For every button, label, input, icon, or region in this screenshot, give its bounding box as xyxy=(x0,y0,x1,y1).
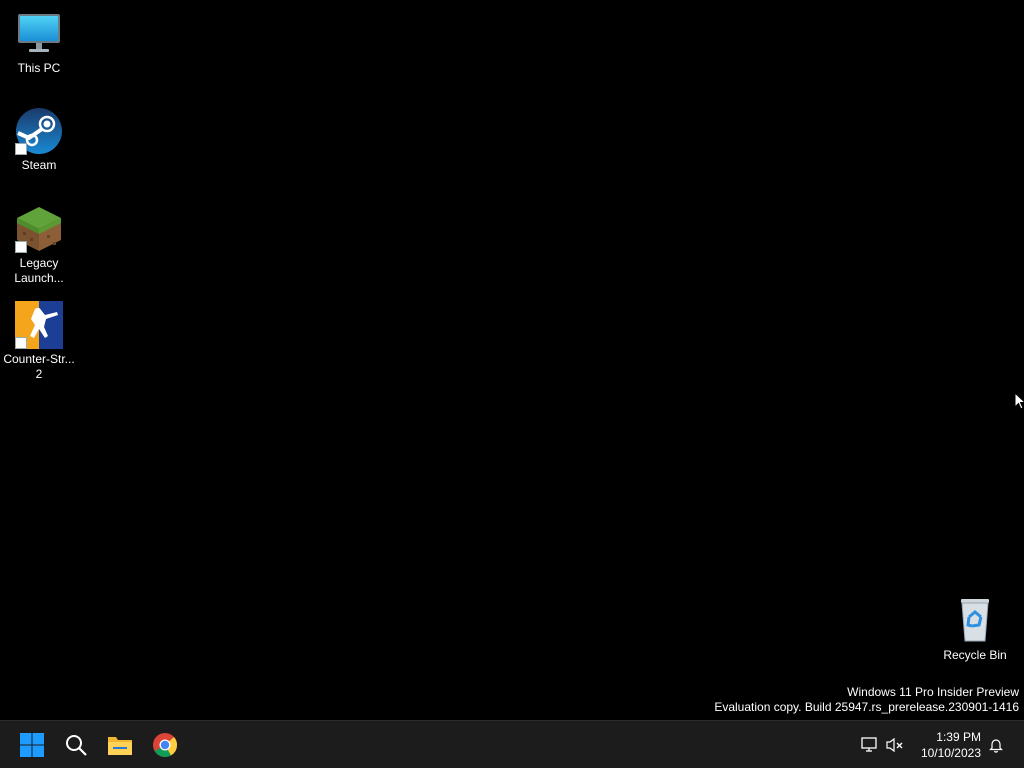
desktop-icon-steam[interactable]: Steam xyxy=(1,107,77,173)
desktop-icon-label: Recycle Bin xyxy=(943,648,1007,662)
counter-strike-icon xyxy=(15,301,63,349)
taskbar-clock[interactable]: 1:39 PM 10/10/2023 xyxy=(921,729,981,761)
recycle-bin-icon xyxy=(951,597,999,645)
clock-date: 10/10/2023 xyxy=(920,746,981,760)
desktop-icon-label: Steam xyxy=(21,158,57,172)
network-icon[interactable] xyxy=(860,735,880,755)
clock-time: 1:39 PM xyxy=(936,730,981,744)
windows-logo-icon xyxy=(20,733,44,757)
shortcut-arrow-icon xyxy=(15,143,27,155)
folder-icon xyxy=(108,737,132,755)
desktop-icon-counter-strike-2[interactable]: Counter-Str... 2 xyxy=(1,301,77,382)
mouse-cursor-icon xyxy=(1014,392,1024,410)
chrome-icon xyxy=(153,733,178,758)
desktop-icon-recycle-bin[interactable]: Recycle Bin xyxy=(937,597,1013,663)
desktop-icon-label: This PC xyxy=(17,61,61,75)
desktop-icon-legacy-launcher[interactable]: Legacy Launch... xyxy=(1,205,77,286)
monitor-icon xyxy=(15,10,63,58)
watermark-line-2: Evaluation copy. Build 25947.rs_prerelea… xyxy=(714,700,1019,714)
search-button[interactable] xyxy=(56,725,96,765)
start-button[interactable] xyxy=(12,725,52,765)
notification-bell-icon[interactable] xyxy=(986,735,1006,755)
shortcut-arrow-icon xyxy=(15,337,27,349)
steam-icon xyxy=(15,107,63,155)
chrome-button[interactable] xyxy=(145,725,185,765)
windows-evaluation-watermark: Windows 11 Pro Insider Preview Evaluatio… xyxy=(714,685,1019,715)
desktop-icon-label: Legacy Launch... xyxy=(14,256,64,285)
search-icon xyxy=(66,735,87,756)
desktop-icon-label: Counter-Str... 2 xyxy=(3,352,75,381)
shortcut-arrow-icon xyxy=(15,241,27,253)
desktop-icon-this-pc[interactable]: This PC xyxy=(1,10,77,76)
watermark-line-1: Windows 11 Pro Insider Preview xyxy=(847,685,1019,699)
desktop[interactable]: This PC Steam Legacy Launch... Counter-S… xyxy=(0,0,1024,720)
taskbar: 1:39 PM 10/10/2023 xyxy=(0,720,1024,768)
grass-block-icon xyxy=(15,205,63,253)
volume-muted-icon[interactable] xyxy=(885,735,905,755)
file-explorer-button[interactable] xyxy=(100,725,140,765)
